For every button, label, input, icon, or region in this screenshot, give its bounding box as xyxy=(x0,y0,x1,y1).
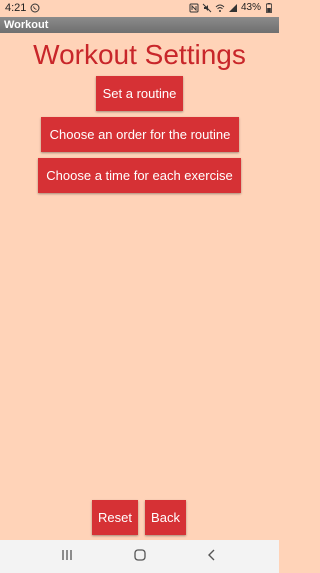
battery-percent: 43% xyxy=(240,2,261,13)
choose-order-button[interactable]: Choose an order for the routine xyxy=(41,117,239,152)
back-button[interactable]: Back xyxy=(145,500,186,535)
status-time: 4:21 xyxy=(5,2,27,14)
whatsapp-icon xyxy=(30,3,40,13)
choose-time-button[interactable]: Choose a time for each exercise xyxy=(38,158,241,193)
recents-icon xyxy=(60,548,74,567)
nfc-icon xyxy=(189,3,199,13)
set-routine-button[interactable]: Set a routine xyxy=(96,76,183,111)
nav-back-button[interactable] xyxy=(203,548,221,566)
back-icon xyxy=(205,548,219,567)
app-bar: Workout xyxy=(0,17,279,33)
mute-icon xyxy=(202,3,212,13)
status-bar: 4:21 43% xyxy=(0,0,279,17)
battery-icon xyxy=(264,2,274,13)
reset-button[interactable]: Reset xyxy=(92,500,138,535)
status-left: 4:21 xyxy=(5,2,40,14)
navigation-bar xyxy=(0,540,279,573)
home-button[interactable] xyxy=(131,548,149,566)
page-title: Workout Settings xyxy=(33,39,246,70)
signal-icon xyxy=(228,3,238,13)
wifi-icon xyxy=(215,3,225,13)
app-title: Workout xyxy=(4,19,49,31)
status-right: 43% xyxy=(189,2,274,13)
recents-button[interactable] xyxy=(58,548,76,566)
home-icon xyxy=(133,548,147,567)
